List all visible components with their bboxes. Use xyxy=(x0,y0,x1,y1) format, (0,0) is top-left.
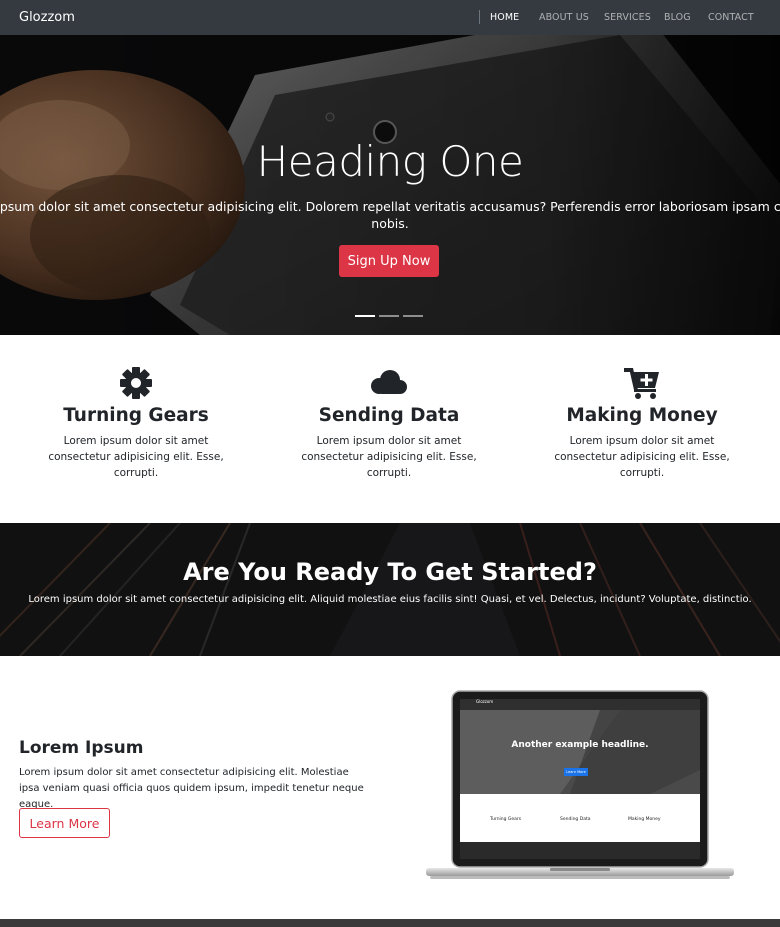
feature-title: Turning Gears xyxy=(63,405,209,426)
laptop-screen-feature-1: Turning Gears xyxy=(490,817,522,822)
hero-carousel: Heading One orem ipsum dolor sit amet co… xyxy=(0,35,780,335)
about-heading: Lorem Ipsum xyxy=(19,738,144,758)
hero-heading: Heading One xyxy=(256,137,524,186)
feature-text: Lorem ipsum dolor sit amet consectetur a… xyxy=(301,435,477,479)
hero-content: Heading One orem ipsum dolor sit amet co… xyxy=(0,35,780,335)
nav-link-about-us[interactable]: ABOUT US xyxy=(539,12,589,23)
cloud-icon xyxy=(259,366,519,400)
about-section: Lorem Ipsum Lorem ipsum dolor sit amet c… xyxy=(0,656,780,919)
nav-link-services[interactable]: SERVICES xyxy=(604,12,651,23)
laptop-screen-feature-2: Sending Data xyxy=(560,817,591,822)
feature-making-money: Making Money Lorem ipsum dolor sit amet … xyxy=(512,335,772,523)
feature-title: Sending Data xyxy=(318,405,460,426)
nav-links: HOME ABOUT US SERVICES BLOG CONTACT xyxy=(0,12,780,26)
laptop-image: Glozzom Another example headline. Learn … xyxy=(420,690,740,890)
carousel-indicator-1[interactable] xyxy=(355,315,375,317)
cta-heading: Are You Ready To Get Started? xyxy=(183,558,597,586)
laptop-screen-feature-3: Making Money xyxy=(628,817,661,822)
laptop-screen-headline: Another example headline. xyxy=(511,740,649,750)
learn-more-button[interactable]: Learn More xyxy=(19,808,110,838)
nav-link-blog[interactable]: BLOG xyxy=(664,12,691,23)
feature-text: Lorem ipsum dolor sit amet consectetur a… xyxy=(48,435,224,479)
feature-turning-gears: Turning Gears Lorem ipsum dolor sit amet… xyxy=(6,335,266,523)
sign-up-button[interactable]: Sign Up Now xyxy=(339,245,439,277)
nav-link-contact[interactable]: CONTACT xyxy=(708,12,754,23)
hero-text-continued: nobis. xyxy=(371,216,409,231)
feature-text: Lorem ipsum dolor sit amet consectetur a… xyxy=(554,435,730,479)
features-section: Turning Gears Lorem ipsum dolor sit amet… xyxy=(0,335,780,523)
carousel-indicator-2[interactable] xyxy=(379,315,399,317)
footer-bar xyxy=(0,919,780,927)
hero-text: orem ipsum dolor sit amet consectetur ad… xyxy=(0,199,780,214)
cta-text: Lorem ipsum dolor sit amet consectetur a… xyxy=(28,594,752,605)
feature-title: Making Money xyxy=(566,405,718,426)
carousel-indicator-3[interactable] xyxy=(403,315,423,317)
cta-background-image xyxy=(0,523,780,656)
cart-plus-icon xyxy=(512,366,772,400)
gear-icon xyxy=(6,366,266,400)
laptop-screen-button: Learn More xyxy=(566,770,586,774)
feature-sending-data: Sending Data Lorem ipsum dolor sit amet … xyxy=(259,335,519,523)
about-text: Lorem ipsum dolor sit amet consectetur a… xyxy=(19,767,364,810)
laptop-screen-brand: Glozzom xyxy=(476,699,494,704)
nav-link-home[interactable]: HOME xyxy=(490,12,519,23)
cta-section: Are You Ready To Get Started? Lorem ipsu… xyxy=(0,523,780,656)
navbar: Glozzom HOME ABOUT US SERVICES BLOG CONT… xyxy=(0,0,780,35)
